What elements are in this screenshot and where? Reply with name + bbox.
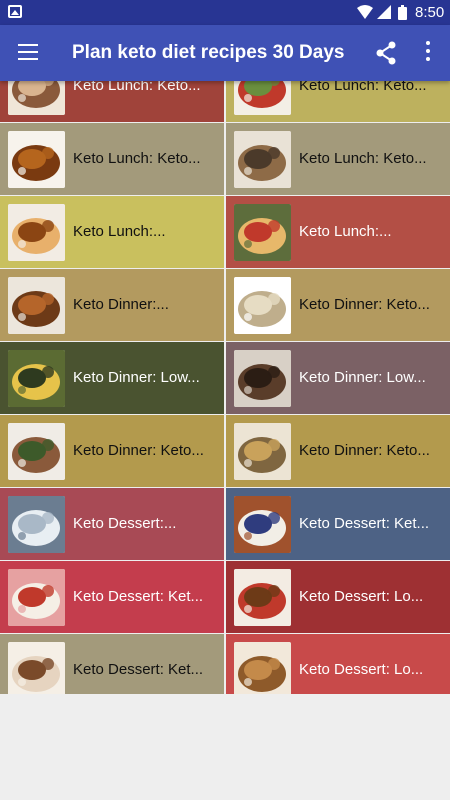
recipe-card[interactable]: Keto Lunch:...	[226, 196, 450, 268]
recipe-thumbnail	[8, 131, 65, 188]
recipe-thumbnail	[234, 204, 291, 261]
recipe-card[interactable]: Keto Dessert: Lo...	[226, 634, 450, 694]
status-time: 8:50	[415, 4, 445, 21]
recipe-thumbnail	[8, 204, 65, 261]
recipe-thumbnail	[234, 81, 291, 115]
recipe-title: Keto Lunch: Keto...	[299, 150, 427, 167]
recipe-title: Keto Dinner: Low...	[73, 369, 200, 386]
recipe-card[interactable]: Keto Dinner: Low...	[0, 342, 224, 414]
recipe-title: Keto Dinner:...	[73, 296, 169, 313]
app-bar: Plan keto diet recipes 30 Days	[0, 25, 450, 81]
recipe-card[interactable]: Keto Lunch: Keto...	[226, 123, 450, 195]
menu-icon[interactable]	[18, 44, 38, 62]
app-title: Plan keto diet recipes 30 Days	[72, 42, 345, 63]
recipe-title: Keto Dessert:...	[73, 515, 177, 532]
recipe-title: Keto Lunch:...	[73, 223, 166, 240]
recipe-card[interactable]: Keto Dinner: Low...	[226, 342, 450, 414]
recipe-title: Keto Lunch: Keto...	[73, 150, 201, 167]
recipe-thumbnail	[234, 423, 291, 480]
recipe-thumbnail	[234, 131, 291, 188]
recipe-card[interactable]: Keto Lunch: Keto...	[0, 81, 224, 122]
signal-icon	[377, 5, 391, 19]
recipe-title: Keto Dessert: Lo...	[299, 588, 424, 605]
status-bar: 8:50	[0, 0, 450, 25]
recipe-thumbnail	[8, 81, 65, 115]
recipe-thumbnail	[8, 350, 65, 407]
recipe-title: Keto Dessert: Ket...	[299, 515, 430, 532]
empty-area	[0, 694, 450, 800]
recipe-title: Keto Dinner: Low...	[299, 369, 426, 386]
recipe-card[interactable]: Keto Dinner:...	[0, 269, 224, 341]
recipe-thumbnail	[234, 642, 291, 694]
recipe-title: Keto Dessert: Ket...	[73, 588, 204, 605]
recipe-thumbnail	[234, 496, 291, 553]
recipe-grid[interactable]: Keto Lunch: Keto... Keto Lunch: Keto... Ke…	[0, 81, 450, 694]
recipe-title: Keto Dessert: Ket...	[73, 661, 204, 678]
recipe-card[interactable]: Keto Lunch: Keto...	[0, 123, 224, 195]
more-options-icon[interactable]	[418, 41, 438, 65]
recipe-card[interactable]: Keto Dinner: Keto...	[226, 269, 450, 341]
recipe-title: Keto Dinner: Keto...	[73, 442, 204, 459]
recipe-card[interactable]: Keto Dinner: Keto...	[226, 415, 450, 487]
recipe-card[interactable]: Keto Dessert: Ket...	[0, 634, 224, 694]
recipe-thumbnail	[234, 569, 291, 626]
recipe-thumbnail	[8, 569, 65, 626]
recipe-title: Keto Dessert: Lo...	[299, 661, 424, 678]
recipe-card[interactable]: Keto Dessert: Ket...	[226, 488, 450, 560]
share-icon[interactable]	[375, 41, 397, 65]
recipe-title: Keto Lunch: Keto...	[299, 81, 427, 94]
recipe-card[interactable]: Keto Dessert:...	[0, 488, 224, 560]
recipe-card[interactable]: Keto Lunch:...	[0, 196, 224, 268]
recipe-thumbnail	[8, 642, 65, 694]
wifi-icon	[357, 5, 373, 19]
recipe-card[interactable]: Keto Dessert: Lo...	[226, 561, 450, 633]
recipe-title: Keto Lunch: Keto...	[73, 81, 201, 94]
recipe-thumbnail	[8, 423, 65, 480]
recipe-title: Keto Dinner: Keto...	[299, 296, 430, 313]
recipe-thumbnail	[8, 277, 65, 334]
recipe-title: Keto Dinner: Keto...	[299, 442, 430, 459]
recipe-thumbnail	[8, 496, 65, 553]
battery-icon	[398, 5, 407, 20]
recipe-card[interactable]: Keto Dessert: Ket...	[0, 561, 224, 633]
recipe-card[interactable]: Keto Dinner: Keto...	[0, 415, 224, 487]
recipe-thumbnail	[234, 350, 291, 407]
recipe-title: Keto Lunch:...	[299, 223, 392, 240]
recipe-thumbnail	[234, 277, 291, 334]
gallery-notification-icon	[8, 5, 22, 18]
recipe-card[interactable]: Keto Lunch: Keto...	[226, 81, 450, 122]
